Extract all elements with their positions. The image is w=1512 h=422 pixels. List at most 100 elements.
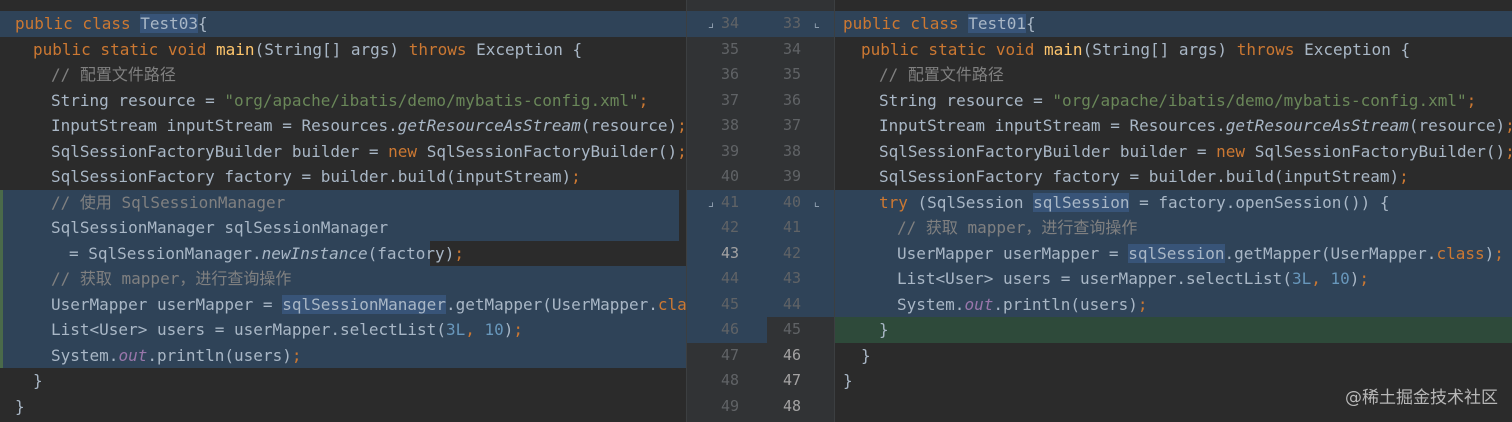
code-line[interactable]: } [835, 343, 871, 369]
code-line[interactable]: System.out.println(users); [835, 292, 1147, 318]
left-line-number: 43 [720, 243, 739, 262]
code-line[interactable]: List<User> users = userMapper.selectList… [835, 266, 1369, 292]
code-token: UserMapper userMapper = [897, 243, 1129, 263]
left-line-number: 38 [720, 116, 739, 134]
code-line[interactable]: } [0, 368, 43, 394]
code-token: = SqlSessionManager. [69, 243, 262, 263]
right-line-number: 43 [782, 269, 801, 287]
code-line[interactable]: String resource = "org/apache/ibatis/dem… [835, 88, 1476, 114]
code-token: System. [51, 345, 119, 365]
code-token: ; [1505, 142, 1512, 161]
code-line[interactable]: System.out.println(users); [0, 343, 301, 369]
fold-marker-icon[interactable]: ⌟ [707, 11, 715, 37]
code-token: public static void [861, 39, 1045, 59]
code-line[interactable]: List<User> users = userMapper.selectList… [0, 317, 523, 343]
right-line-number: 42 [782, 243, 801, 262]
code-line[interactable]: UserMapper userMapper = sqlSessionManage… [0, 292, 686, 318]
code-token: ; [513, 320, 524, 339]
right-line-number: 35 [782, 65, 801, 83]
code-token: String resource = [51, 90, 225, 110]
code-token: InputStream inputStream = Resources. [879, 116, 1226, 135]
code-token: ; [1505, 116, 1512, 135]
code-line[interactable]: } [835, 317, 889, 343]
code-token: sqlSessionManager [282, 294, 446, 314]
code-line[interactable]: SqlSessionFactory factory = builder.buil… [0, 164, 581, 190]
code-token: .getMapper(UserMapper. [1224, 243, 1437, 263]
code-line[interactable]: SqlSessionFactory factory = builder.buil… [835, 164, 1409, 190]
code-line[interactable]: SqlSessionFactoryBuilder builder = new S… [0, 139, 686, 165]
code-line[interactable]: String resource = "org/apache/ibatis/dem… [0, 88, 648, 114]
code-token: 3L [445, 320, 466, 339]
right-editor-pane[interactable]: public class Test01{public static void m… [835, 0, 1512, 422]
code-token: public class [843, 14, 969, 33]
left-line-number: 37 [720, 90, 739, 109]
code-line[interactable]: InputStream inputStream = Resources.getR… [835, 113, 1512, 139]
code-line[interactable]: public class Test01{ [835, 11, 1036, 37]
code-line[interactable]: UserMapper userMapper = sqlSession.getMa… [835, 241, 1504, 267]
code-token: class [1436, 243, 1485, 263]
code-token: (resource) [1408, 116, 1506, 135]
code-token: ; [1137, 294, 1148, 314]
code-token: out [964, 294, 994, 314]
left-line-number: 40 [720, 167, 739, 185]
code-token: (SqlSession [917, 192, 1034, 212]
code-token: "org/apache/ibatis/demo/mybatis-config.x… [224, 90, 639, 110]
left-line-number: 41 [720, 192, 739, 211]
code-token: ; [454, 243, 464, 263]
left-line-number: 47 [720, 345, 739, 364]
code-token: .getMapper(UserMapper. [445, 294, 658, 314]
code-line[interactable]: } [0, 394, 25, 420]
code-token: newInstance [261, 243, 368, 263]
code-line[interactable]: // 使用 SqlSessionManager [0, 190, 285, 216]
code-line[interactable]: SqlSessionFactoryBuilder builder = new S… [835, 139, 1512, 165]
code-token: Test01 [968, 14, 1027, 33]
code-token: new [1216, 141, 1255, 161]
left-line-number: 44 [720, 269, 739, 287]
code-token: { [1026, 14, 1036, 33]
code-token: new [388, 141, 427, 161]
code-token: sqlSession [1033, 192, 1130, 212]
left-editor-pane[interactable]: public class Test03{public static void m… [0, 0, 686, 422]
code-token: } [15, 396, 25, 416]
fold-marker-icon[interactable]: ⌞ [813, 11, 821, 37]
fold-marker-icon[interactable]: ⌞ [813, 190, 821, 216]
code-token: // 使用 SqlSessionManager [51, 192, 286, 212]
code-token: ; [1494, 243, 1504, 263]
code-token: Exception { [476, 39, 583, 59]
code-line[interactable]: public static void main(String[] args) t… [0, 37, 582, 63]
fold-marker-icon[interactable]: ⌟ [707, 190, 715, 216]
code-token: = factory.openSession()) { [1129, 192, 1390, 212]
code-token: System. [897, 294, 965, 314]
code-line[interactable]: // 配置文件路径 [835, 62, 1004, 88]
code-token: SqlSessionFactoryBuilder() [426, 141, 678, 161]
diff-gutter: 34 35 36 37 38 39 40 41 42 43 44 45 46 47 48 49 33 34 35 36… [686, 0, 835, 422]
code-line[interactable]: SqlSessionManager sqlSessionManager [0, 215, 388, 241]
code-token: public static void [33, 39, 217, 59]
right-line-number: 33 [782, 14, 801, 32]
code-token: } [861, 345, 871, 365]
code-line[interactable]: // 获取 mapper，进行查询操作 [835, 215, 1137, 241]
left-line-number: 42 [720, 218, 739, 236]
code-token: try [879, 192, 918, 212]
code-line[interactable]: public static void main(String[] args) t… [835, 37, 1410, 63]
code-line[interactable]: InputStream inputStream = Resources.getR… [0, 113, 686, 139]
code-line[interactable]: // 配置文件路径 [0, 62, 176, 88]
code-token: (String[] args) [254, 39, 409, 59]
right-line-number: 36 [782, 90, 801, 109]
code-line[interactable]: try (SqlSession sqlSession = factory.ope… [835, 190, 1390, 216]
code-token: SqlSessionFactory factory = builder.buil… [879, 167, 1400, 186]
right-line-number: 47 [782, 371, 801, 389]
code-line[interactable]: // 获取 mapper，进行查询操作 [0, 266, 291, 292]
code-line[interactable]: } [835, 368, 853, 394]
code-line[interactable]: = SqlSessionManager.newInstance(factory)… [0, 241, 464, 267]
code-token: , [465, 320, 485, 339]
code-line[interactable]: public class Test03{ [0, 11, 208, 37]
code-token: throws [1236, 39, 1305, 59]
code-token: } [843, 371, 853, 390]
right-line-number: 40 [782, 192, 801, 211]
code-token: Test03 [140, 14, 199, 33]
code-token: (String[] args) [1082, 39, 1237, 59]
code-token: SqlSessionFactoryBuilder() [1254, 141, 1506, 161]
code-token: ) [503, 320, 514, 339]
code-token: // 配置文件路径 [51, 65, 176, 84]
